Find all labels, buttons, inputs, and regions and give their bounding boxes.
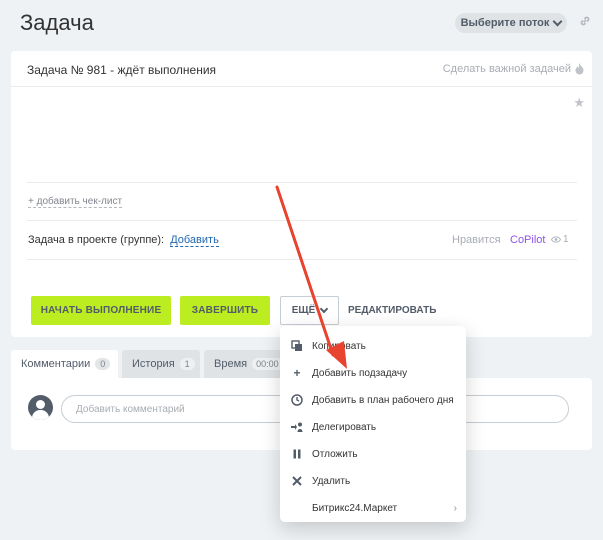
views-counter: 1 [551, 234, 569, 245]
task-header: Задача № 981 - ждёт выполнения Сделать в… [11, 51, 592, 87]
make-important-link[interactable]: Сделать важной задачей [443, 63, 584, 75]
views-count: 1 [563, 234, 569, 245]
divider [27, 220, 577, 221]
divider [27, 182, 577, 183]
menu-item-delete[interactable]: Удалить [280, 470, 466, 492]
menu-item-copy[interactable]: Копировать [280, 335, 466, 357]
copy-icon [291, 340, 302, 351]
project-row: Задача в проекте (группе): Добавить [28, 234, 219, 247]
eye-icon [551, 236, 561, 243]
tab-count-badge: 1 [179, 358, 195, 370]
project-label: Задача в проекте (группе): [28, 234, 165, 246]
tab-count-badge: 00:00 [252, 358, 283, 370]
menu-item-label: Копировать [312, 340, 366, 352]
menu-item-label: Добавить подзадачу [312, 367, 408, 379]
like-link[interactable]: Нравится [452, 234, 501, 246]
menu-item-add-to-plan[interactable]: Добавить в план рабочего дня [280, 389, 466, 411]
menu-item-label: Удалить [312, 475, 351, 487]
tab-label: Время [214, 358, 248, 370]
more-actions-menu: Копировать + Добавить подзадачу Добавить… [280, 326, 466, 522]
tab-label: История [132, 358, 175, 370]
copilot-link[interactable]: CoPilot [510, 234, 545, 246]
stream-select[interactable]: Выберите поток [455, 13, 567, 33]
clock-icon [291, 394, 303, 406]
tab-comments[interactable]: Комментарии 0 [11, 350, 118, 378]
add-project-link[interactable]: Добавить [170, 234, 219, 247]
task-title: Задача № 981 - ждёт выполнения [27, 63, 217, 77]
tab-label: Комментарии [21, 358, 91, 370]
more-button-label: ЕЩЁ [291, 305, 316, 316]
menu-item-label: Отложить [312, 448, 358, 460]
flame-icon [575, 63, 584, 75]
menu-item-market[interactable]: Битрикс24.Маркет › [280, 497, 466, 519]
stream-select-label: Выберите поток [460, 17, 550, 29]
chevron-down-icon [320, 304, 329, 314]
chevron-right-icon: › [453, 502, 457, 514]
menu-item-label: Битрикс24.Маркет [312, 502, 398, 514]
delegate-icon [291, 422, 303, 432]
menu-item-label: Делегировать [312, 421, 377, 433]
chevron-down-icon [552, 16, 563, 26]
edit-button[interactable]: РЕДАКТИРОВАТЬ [348, 305, 436, 316]
page-title: Задача [20, 10, 94, 35]
avatar [28, 395, 53, 420]
task-card: Задача № 981 - ждёт выполнения Сделать в… [11, 51, 592, 337]
pause-icon [293, 449, 301, 459]
menu-item-add-subtask[interactable]: + Добавить подзадачу [280, 362, 466, 384]
tab-time[interactable]: Время 00:00 [204, 350, 284, 378]
menu-item-delegate[interactable]: Делегировать [280, 416, 466, 438]
add-checklist-link[interactable]: + добавить чек-лист [28, 196, 123, 208]
close-icon [292, 476, 302, 486]
start-task-button[interactable]: НАЧАТЬ ВЫПОЛНЕНИЕ [31, 296, 171, 325]
star-icon[interactable]: ★ [573, 95, 585, 111]
tab-count-badge: 0 [95, 358, 111, 370]
divider [27, 259, 577, 260]
menu-item-defer[interactable]: Отложить [280, 443, 466, 465]
make-important-label: Сделать важной задачей [442, 63, 571, 75]
finish-task-button[interactable]: ЗАВЕРШИТЬ [180, 296, 270, 325]
tab-history[interactable]: История 1 [122, 350, 200, 378]
menu-item-label: Добавить в план рабочего дня [312, 394, 454, 406]
plus-icon: + [293, 366, 301, 380]
link-icon[interactable] [578, 14, 592, 28]
more-button[interactable]: ЕЩЁ [280, 296, 339, 325]
